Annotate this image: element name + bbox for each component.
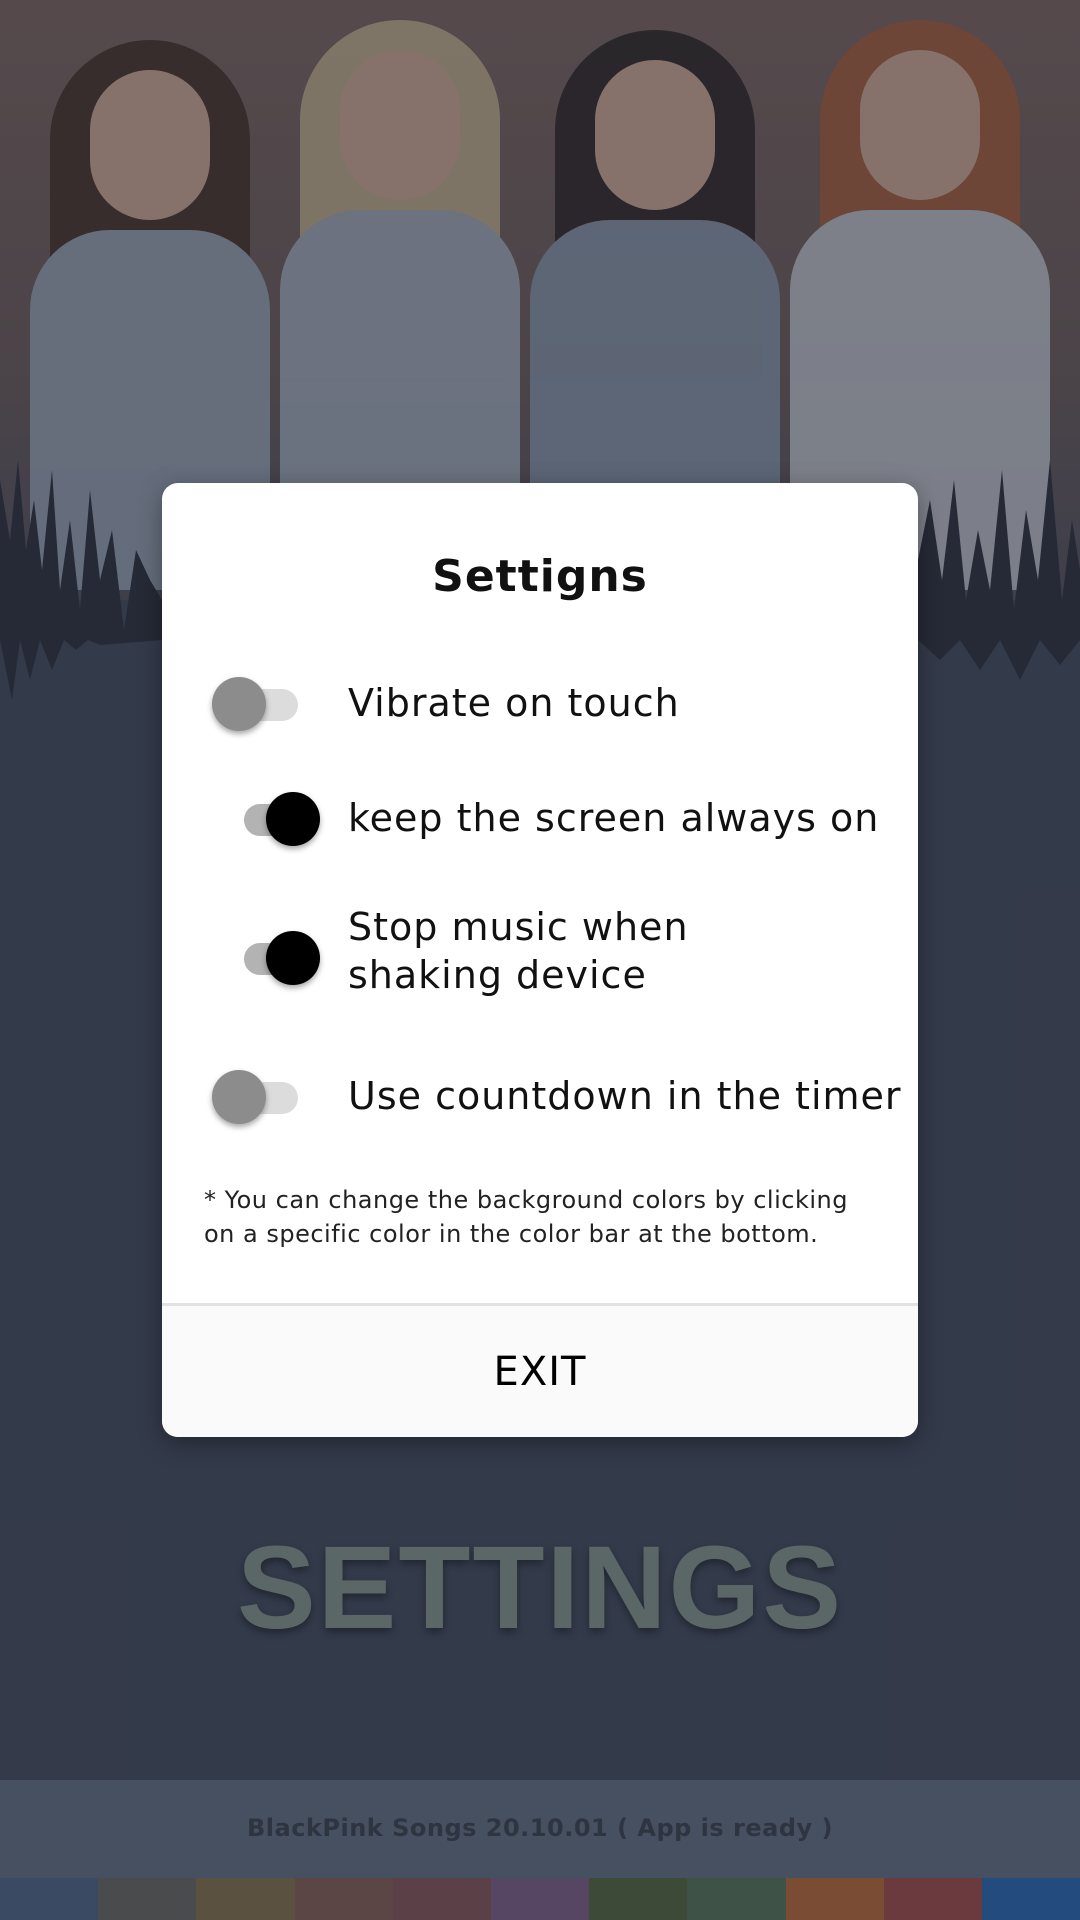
setting-label: Stop music when shaking device: [348, 905, 689, 997]
page-heading: SETTINGS: [236, 1522, 844, 1654]
settings-dialog: Settigns Vibrate on touch keep the scree…: [162, 483, 918, 1437]
shake-stop-toggle[interactable]: [234, 927, 324, 987]
setting-row-screen-on: keep the screen always on: [162, 788, 918, 848]
color-swatch[interactable]: [98, 1878, 197, 1920]
background-color-hint: * You can change the background colors b…: [204, 1186, 848, 1248]
color-bar: [0, 1878, 1080, 1920]
color-swatch[interactable]: [392, 1878, 491, 1920]
setting-label: Vibrate on touch: [348, 681, 680, 725]
color-swatch[interactable]: [196, 1878, 295, 1920]
color-swatch[interactable]: [883, 1878, 982, 1920]
settings-screen: SETTINGS BlackPink Songs 20.10.01 ( App …: [0, 0, 1080, 1920]
setting-row-countdown: Use countdown in the timer: [162, 1066, 918, 1126]
countdown-toggle[interactable]: [212, 1066, 302, 1126]
toggle-thumb: [266, 931, 320, 985]
setting-row-shake-stop: Stop music when shaking device: [162, 903, 918, 1013]
color-swatch[interactable]: [589, 1878, 688, 1920]
setting-label: Use countdown in the timer: [348, 1074, 902, 1118]
dialog-title: Settigns: [432, 551, 648, 602]
color-swatch[interactable]: [294, 1878, 393, 1920]
toggle-thumb: [212, 1070, 266, 1124]
vibrate-toggle[interactable]: [212, 673, 302, 733]
color-swatch[interactable]: [490, 1878, 590, 1920]
color-swatch[interactable]: [785, 1878, 884, 1920]
toggle-thumb: [212, 677, 266, 731]
toggle-thumb: [266, 792, 320, 846]
setting-label: keep the screen always on: [348, 796, 880, 840]
screen-on-toggle[interactable]: [234, 788, 324, 848]
color-swatch[interactable]: [0, 1878, 99, 1920]
color-swatch[interactable]: [687, 1878, 786, 1920]
exit-button[interactable]: EXIT: [162, 1306, 918, 1437]
color-swatch[interactable]: [981, 1878, 1080, 1920]
setting-row-vibrate: Vibrate on touch: [162, 673, 918, 733]
status-text: BlackPink Songs 20.10.01 ( App is ready …: [246, 1814, 834, 1842]
